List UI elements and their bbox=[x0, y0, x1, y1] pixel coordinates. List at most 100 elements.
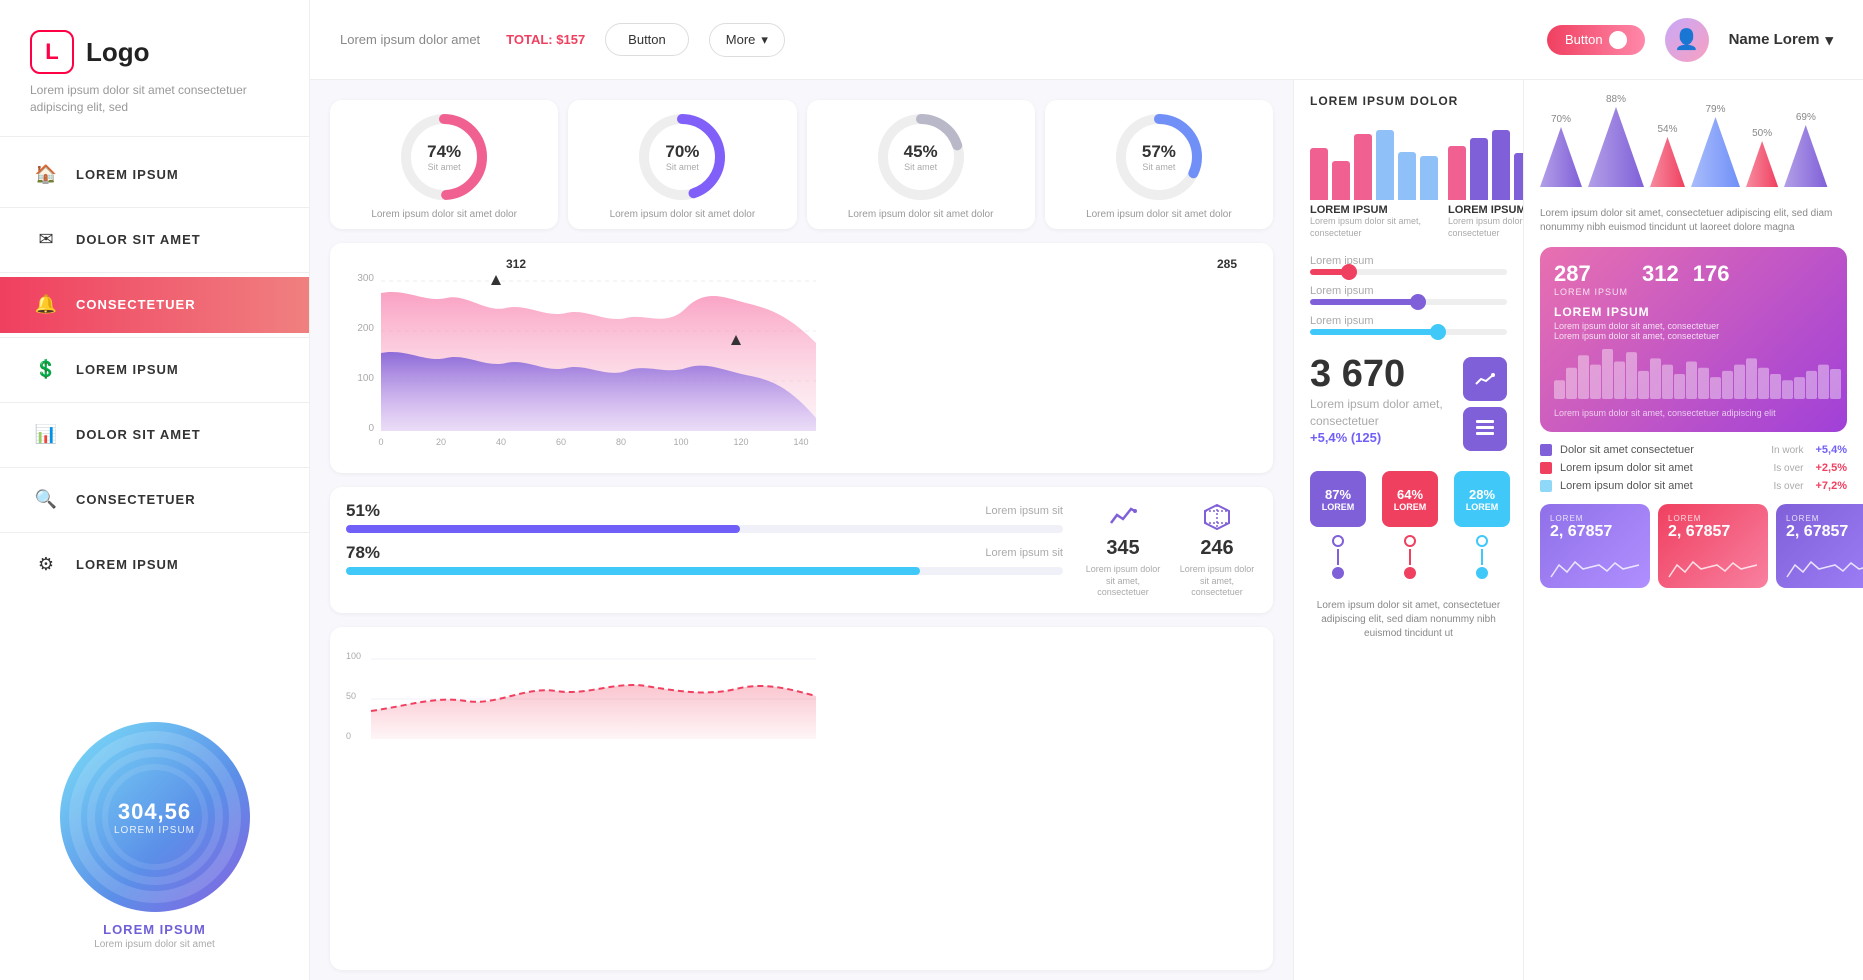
svg-text:100: 100 bbox=[673, 437, 688, 447]
legend-dot-0 bbox=[1540, 444, 1552, 456]
triangle-pct-4: 50% bbox=[1752, 128, 1772, 139]
bar-group: LOREM IPSUM Lorem ipsum dolor sit amet, … bbox=[1310, 120, 1507, 239]
slider-1: Lorem ipsum bbox=[1310, 285, 1507, 305]
legend-badge-1: Is over bbox=[1773, 463, 1803, 474]
svg-text:0: 0 bbox=[368, 423, 374, 434]
funnel-item-1: 64% LOREM bbox=[1382, 471, 1438, 579]
area-chart-card: 312 285 300 200 100 0 bbox=[330, 243, 1273, 473]
svg-text:100: 100 bbox=[346, 651, 361, 661]
button-btn[interactable]: Button bbox=[605, 23, 689, 56]
nav-label-1: DOLOR SIT AMET bbox=[76, 232, 201, 247]
slider-section: Lorem ipsum Lorem ipsum Lorem ipsum bbox=[1310, 255, 1507, 335]
mini-stat-row: LOREM 2, 67857 LOREM 2, 67857 LOREM 2, 6… bbox=[1540, 504, 1847, 588]
funnel-node-top-1 bbox=[1404, 535, 1416, 547]
more-button[interactable]: More ▾ bbox=[709, 23, 785, 57]
stat-desc-1: Lorem ipsum dolor sit amet, consectetuer bbox=[1177, 564, 1257, 599]
gcard-bar-13 bbox=[1710, 377, 1721, 399]
sidebar-item-0[interactable]: 🏠 LOREM IPSUM bbox=[0, 147, 309, 203]
gcard-bar-11 bbox=[1686, 362, 1697, 400]
nav-label-0: LOREM IPSUM bbox=[76, 167, 179, 182]
progress-label-1: Lorem ipsum sit bbox=[985, 547, 1063, 559]
funnel-node-bot-2 bbox=[1476, 567, 1488, 579]
legend-item-2: Lorem ipsum dolor sit amet Is over +7,2% bbox=[1540, 480, 1847, 492]
slider-track-0[interactable] bbox=[1310, 269, 1507, 275]
slider-0: Lorem ipsum bbox=[1310, 255, 1507, 275]
slider-thumb-0[interactable] bbox=[1341, 264, 1357, 280]
content-main: 74% Sit amet Lorem ipsum dolor sit amet … bbox=[310, 80, 1293, 980]
sidebar-item-2[interactable]: 🔔 CONSECTETUER bbox=[0, 277, 309, 333]
logo-icon: L bbox=[30, 30, 74, 74]
right-panel-title: LOREM IPSUM DOLOR bbox=[1310, 94, 1507, 108]
big-sub: Lorem ipsum dolor amet, consectetuer bbox=[1310, 396, 1451, 430]
sidebar-circle: 304,56 LOREM IPSUM bbox=[60, 722, 250, 912]
chart-icon bbox=[1463, 357, 1507, 401]
donut-card-2: 45% Sit amet Lorem ipsum dolor sit amet … bbox=[807, 100, 1035, 229]
donut-sit-2: Sit amet bbox=[904, 162, 938, 172]
nav-icon-3: 💲 bbox=[34, 358, 58, 382]
slider-thumb-1[interactable] bbox=[1410, 294, 1426, 310]
donut-sit-1: Sit amet bbox=[665, 162, 699, 172]
sidebar-item-6[interactable]: ⚙ LOREM IPSUM bbox=[0, 537, 309, 593]
triangle-item-2: 54% bbox=[1650, 124, 1685, 187]
sidebar-item-5[interactable]: 🔍 CONSECTETUER bbox=[0, 472, 309, 528]
mini-stat-card-2: LOREM 2, 67857 bbox=[1776, 504, 1863, 588]
svg-text:20: 20 bbox=[436, 437, 446, 447]
progress-item-1: 78% Lorem ipsum sit bbox=[346, 543, 1063, 575]
msc-sparkline-0 bbox=[1550, 547, 1640, 582]
toggle-dot bbox=[1609, 31, 1627, 49]
stat-col: 345 Lorem ipsum dolor sit amet, consecte… bbox=[1083, 501, 1257, 599]
nav-icon-2: 🔔 bbox=[34, 293, 58, 317]
donut-wrap-2: 45% Sit amet bbox=[876, 112, 966, 202]
msc-lbl-0: LOREM bbox=[1550, 514, 1640, 523]
user-name: Name Lorem ▾ bbox=[1729, 31, 1833, 49]
donut-pct-3: 57% bbox=[1142, 142, 1176, 162]
content-far-right: 70% 88% 54% bbox=[1523, 80, 1863, 980]
triangle-svg-3 bbox=[1691, 117, 1740, 187]
legend-dot-2 bbox=[1540, 480, 1552, 492]
progress-bar-bg-1 bbox=[346, 567, 1063, 575]
legend-value-2: +7,2% bbox=[1816, 480, 1848, 492]
triangle-svg-4 bbox=[1746, 141, 1778, 187]
gcard-bar-9 bbox=[1662, 365, 1673, 399]
svg-text:60: 60 bbox=[556, 437, 566, 447]
bar-chart-mini-2 bbox=[1448, 120, 1523, 200]
circle-sub: Lorem ipsum dolor sit amet bbox=[0, 939, 309, 950]
gcard-numval-2: 176 bbox=[1693, 261, 1730, 287]
legend-badge-0: In work bbox=[1771, 445, 1803, 456]
slider-thumb-2[interactable] bbox=[1430, 324, 1446, 340]
toggle-button[interactable]: Button bbox=[1547, 25, 1645, 55]
legend-dot-1 bbox=[1540, 462, 1552, 474]
slider-label-2: Lorem ipsum bbox=[1310, 315, 1507, 327]
logo-text: Logo bbox=[86, 37, 150, 68]
sidebar-item-4[interactable]: 📊 DOLOR SIT AMET bbox=[0, 407, 309, 463]
gcard-bar-23 bbox=[1830, 369, 1841, 399]
bar-1 bbox=[1470, 138, 1488, 200]
legend-row: Dolor sit amet consectetuer In work +5,4… bbox=[1540, 444, 1847, 492]
gcard-bar-21 bbox=[1806, 371, 1817, 399]
svg-text:300: 300 bbox=[357, 273, 374, 284]
gcard-bar-22 bbox=[1818, 365, 1829, 399]
triangle-item-4: 50% bbox=[1746, 128, 1778, 187]
slider-track-2[interactable] bbox=[1310, 329, 1507, 335]
legend-text-0: Dolor sit amet consectetuer bbox=[1560, 444, 1763, 456]
slider-2: Lorem ipsum bbox=[1310, 315, 1507, 335]
triangle-pct-1: 88% bbox=[1606, 94, 1626, 105]
msc-lbl-2: LOREM bbox=[1786, 514, 1863, 523]
bar-0 bbox=[1310, 148, 1328, 201]
triangle-pct-5: 69% bbox=[1796, 112, 1816, 123]
sidebar-item-3[interactable]: 💲 LOREM IPSUM bbox=[0, 342, 309, 398]
svg-text:120: 120 bbox=[733, 437, 748, 447]
nav-icon-6: ⚙ bbox=[34, 553, 58, 577]
msc-num-2: 2, 67857 bbox=[1786, 523, 1863, 541]
svg-text:100: 100 bbox=[357, 373, 374, 384]
donut-pct-0: 74% bbox=[427, 142, 461, 162]
mini-stat-card-0: LOREM 2, 67857 bbox=[1540, 504, 1650, 588]
bar-sub-1: Lorem ipsum dolor sit amet, consectetuer bbox=[1310, 216, 1438, 239]
slider-track-1[interactable] bbox=[1310, 299, 1507, 305]
svg-text:40: 40 bbox=[496, 437, 506, 447]
sidebar-item-1[interactable]: ✉ DOLOR SIT AMET bbox=[0, 212, 309, 268]
progress-col: 51% Lorem ipsum sit 78% Lorem ipsum sit bbox=[346, 501, 1063, 599]
triangle-svg-0 bbox=[1540, 127, 1582, 187]
funnel-node-top-2 bbox=[1476, 535, 1488, 547]
gcard-numval-0: 287 bbox=[1554, 261, 1628, 287]
